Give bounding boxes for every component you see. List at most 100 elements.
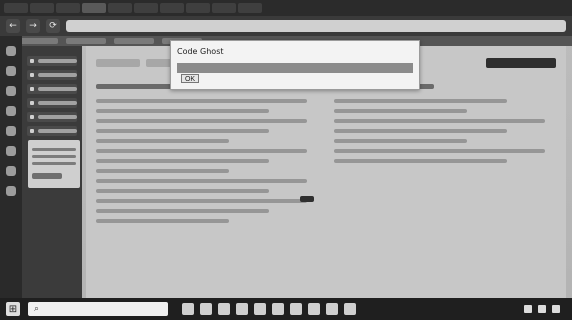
- tray-icon[interactable]: [538, 305, 546, 313]
- sidebar-item[interactable]: [27, 126, 77, 136]
- content-columns: [96, 78, 556, 278]
- browser-tab[interactable]: [108, 3, 132, 13]
- sidebar-item[interactable]: [27, 84, 77, 94]
- text-line: [96, 159, 270, 163]
- text-line: [96, 199, 307, 203]
- sidebar-item[interactable]: [27, 112, 77, 122]
- sidebar-item-label: [38, 129, 77, 133]
- browser-tab-strip: [0, 0, 572, 16]
- browser-tab[interactable]: [212, 3, 236, 13]
- text-line: [96, 119, 307, 123]
- taskbar: ⊞ ⌕: [0, 298, 572, 320]
- sidebar-item-label: [38, 115, 77, 119]
- reload-button[interactable]: ⟳: [46, 19, 60, 33]
- text-line: [334, 109, 468, 113]
- start-button[interactable]: ⊞: [6, 302, 20, 316]
- browser-tab[interactable]: [186, 3, 210, 13]
- browser-tab-active[interactable]: [82, 3, 106, 13]
- app-icon[interactable]: [6, 126, 16, 136]
- ok-button[interactable]: OK: [181, 74, 199, 83]
- browser-tab[interactable]: [4, 3, 28, 13]
- url-bar[interactable]: [66, 20, 566, 32]
- text-line: [334, 129, 508, 133]
- tray-icon[interactable]: [524, 305, 532, 313]
- text-line: [334, 159, 508, 163]
- address-row: ← → ⟳: [0, 16, 572, 36]
- sidebar-item-label: [38, 101, 77, 105]
- toolbar-action[interactable]: [486, 58, 556, 68]
- sidebar-item-label: [38, 87, 77, 91]
- text-line: [96, 149, 307, 153]
- browser-tab[interactable]: [134, 3, 158, 13]
- sidebar-item-icon: [30, 73, 34, 77]
- back-button[interactable]: ←: [6, 19, 20, 33]
- taskbar-app-icon[interactable]: [308, 303, 320, 315]
- app-icon[interactable]: [6, 86, 16, 96]
- app-icon[interactable]: [6, 66, 16, 76]
- sidebar-item-label: [38, 59, 77, 63]
- content-column-left: [96, 78, 318, 278]
- content-column-right: [334, 78, 556, 278]
- sidebar-item-icon: [30, 59, 34, 63]
- sidebar-preview-card: [28, 140, 80, 188]
- taskbar-app-icon[interactable]: [326, 303, 338, 315]
- app-icon[interactable]: [6, 106, 16, 116]
- sidebar-item[interactable]: [27, 70, 77, 80]
- forward-button[interactable]: →: [26, 19, 40, 33]
- app-icon[interactable]: [6, 186, 16, 196]
- text-line: [96, 169, 230, 173]
- text-line: [96, 99, 307, 103]
- preview-button[interactable]: [32, 173, 62, 179]
- text-line: [96, 179, 307, 183]
- taskbar-app-icon[interactable]: [200, 303, 212, 315]
- preview-line: [32, 155, 76, 158]
- bookmark[interactable]: [114, 38, 154, 44]
- taskbar-icons: [182, 303, 356, 315]
- text-line: [96, 129, 270, 133]
- preview-line: [32, 162, 76, 165]
- bookmark[interactable]: [18, 38, 58, 44]
- text-line: [96, 109, 270, 113]
- taskbar-search[interactable]: ⌕: [28, 302, 168, 316]
- left-app-bar: [0, 36, 22, 298]
- text-line: [96, 189, 270, 193]
- modal-dialog: Code Ghost OK: [170, 40, 420, 90]
- dialog-title: Code Ghost: [177, 47, 224, 56]
- tray-icon[interactable]: [552, 305, 560, 313]
- search-icon: ⌕: [34, 304, 40, 314]
- taskbar-app-icon[interactable]: [272, 303, 284, 315]
- screen: ← → ⟳ Code Ghost OK ⊞ ⌕: [0, 0, 572, 320]
- taskbar-app-icon[interactable]: [218, 303, 230, 315]
- sidebar-item-icon: [30, 87, 34, 91]
- taskbar-app-icon[interactable]: [290, 303, 302, 315]
- sidebar-item-label: [38, 73, 77, 77]
- toolbar-chip[interactable]: [96, 59, 140, 67]
- browser-tab[interactable]: [238, 3, 262, 13]
- text-line: [334, 139, 468, 143]
- text-line: [96, 209, 270, 213]
- app-icon[interactable]: [6, 46, 16, 56]
- preview-line: [32, 148, 76, 151]
- sidebar-item-icon: [30, 115, 34, 119]
- sidebar-item-icon: [30, 129, 34, 133]
- taskbar-app-icon[interactable]: [236, 303, 248, 315]
- inline-button[interactable]: [300, 196, 314, 202]
- text-line: [334, 149, 545, 153]
- text-line: [96, 139, 230, 143]
- text-line: [96, 219, 230, 223]
- browser-tab[interactable]: [160, 3, 184, 13]
- app-icon[interactable]: [6, 166, 16, 176]
- browser-tab[interactable]: [30, 3, 54, 13]
- app-icon[interactable]: [6, 146, 16, 156]
- sidebar-item-icon: [30, 101, 34, 105]
- system-tray: [524, 305, 566, 313]
- dialog-input[interactable]: [177, 63, 413, 73]
- bookmark[interactable]: [66, 38, 106, 44]
- text-line: [334, 99, 508, 103]
- sidebar-item[interactable]: [27, 56, 77, 66]
- taskbar-app-icon[interactable]: [182, 303, 194, 315]
- taskbar-app-icon[interactable]: [344, 303, 356, 315]
- sidebar-item[interactable]: [27, 98, 77, 108]
- browser-tab[interactable]: [56, 3, 80, 13]
- taskbar-app-icon[interactable]: [254, 303, 266, 315]
